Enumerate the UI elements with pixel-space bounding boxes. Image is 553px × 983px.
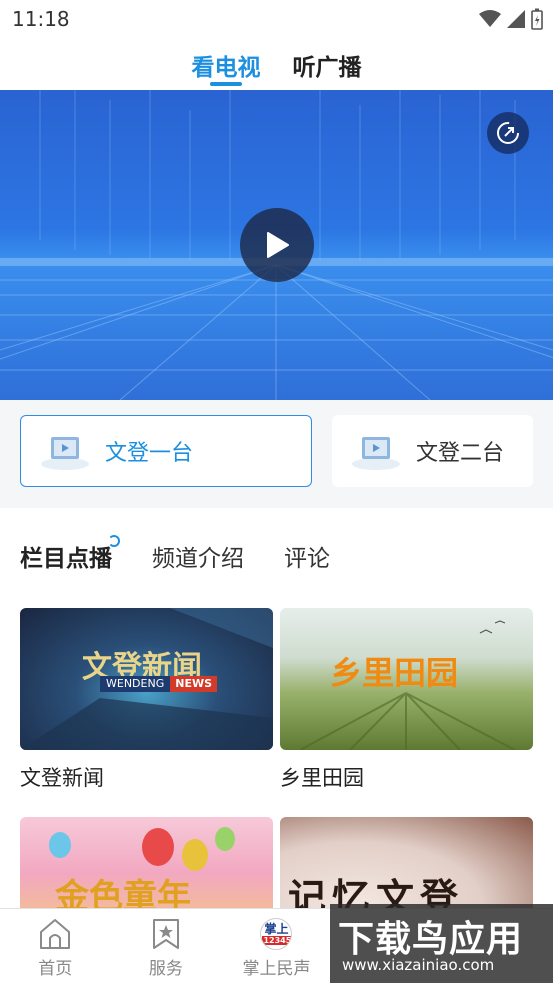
tab-channel-intro[interactable]: 频道介绍 <box>152 539 244 573</box>
status-time: 11:18 <box>12 7 70 31</box>
hotline-logo-icon: 掌上 12345 <box>260 918 293 950</box>
logo-sub: 12345 <box>262 936 292 945</box>
wifi-icon <box>479 10 501 27</box>
thumb-sub: WENDENG <box>100 676 171 692</box>
status-icons <box>479 8 543 30</box>
home-icon <box>40 919 71 949</box>
tab-listen-radio[interactable]: 听广播 <box>293 38 362 90</box>
video-player[interactable] <box>0 90 553 400</box>
program-thumbnail: 文登新闻 WENDENG NEWS <box>20 608 273 750</box>
tv-icon <box>350 431 402 471</box>
program-title: 文登新闻 <box>20 766 104 790</box>
share-button[interactable] <box>487 112 529 154</box>
tab-program-vod[interactable]: 栏目点播 <box>20 535 120 573</box>
thumb-badge: NEWS <box>170 676 218 692</box>
thumb-news-bar: WENDENG NEWS <box>100 676 218 692</box>
program-card[interactable]: 乡里田园 乡里田园 <box>280 608 533 792</box>
nav-label: 掌上民声 <box>242 959 311 979</box>
watermark-url: www.xiazainiao.com <box>342 956 495 974</box>
top-tabs: 看电视 听广播 <box>0 38 553 90</box>
tab-label: 栏目点播 <box>20 546 112 572</box>
bookmark-star-icon <box>152 919 179 949</box>
nav-label: 服务 <box>148 959 183 979</box>
watermark-text: 下载鸟应用 <box>338 919 524 960</box>
battery-icon <box>531 8 543 30</box>
nav-people-voice[interactable]: 掌上 12345 掌上民声 <box>221 909 332 983</box>
channel-card-1[interactable]: 文登一台 <box>20 415 312 487</box>
signal-icon <box>507 10 525 28</box>
nav-home[interactable]: 首页 <box>0 909 111 983</box>
status-bar: 11:18 <box>0 0 553 38</box>
nav-label: 首页 <box>38 959 73 979</box>
loading-indicator <box>108 535 120 547</box>
program-title: 乡里田园 <box>280 766 364 790</box>
thumb-title: 乡里田园 <box>330 654 459 692</box>
watermark: 下载鸟应用 www.xiazainiao.com <box>330 904 553 983</box>
channel-card-2[interactable]: 文登二台 <box>332 415 533 487</box>
program-card[interactable]: 文登新闻 WENDENG NEWS 文登新闻 <box>20 608 273 792</box>
share-icon <box>497 122 519 144</box>
tv-icon <box>39 431 91 471</box>
section-tabs: 栏目点播 频道介绍 评论 <box>20 535 330 576</box>
channel-selector: 文登一台 文登二台 <box>0 400 553 508</box>
channel-name: 文登二台 <box>416 441 505 466</box>
program-thumbnail: 乡里田园 <box>280 608 533 750</box>
play-icon <box>267 232 289 258</box>
channel-name: 文登一台 <box>105 441 194 466</box>
play-button[interactable] <box>240 208 314 282</box>
tab-comments[interactable]: 评论 <box>284 539 330 573</box>
tab-watch-tv[interactable]: 看电视 <box>192 38 261 90</box>
nav-services[interactable]: 服务 <box>111 909 222 983</box>
logo-text: 掌上 <box>264 922 289 936</box>
